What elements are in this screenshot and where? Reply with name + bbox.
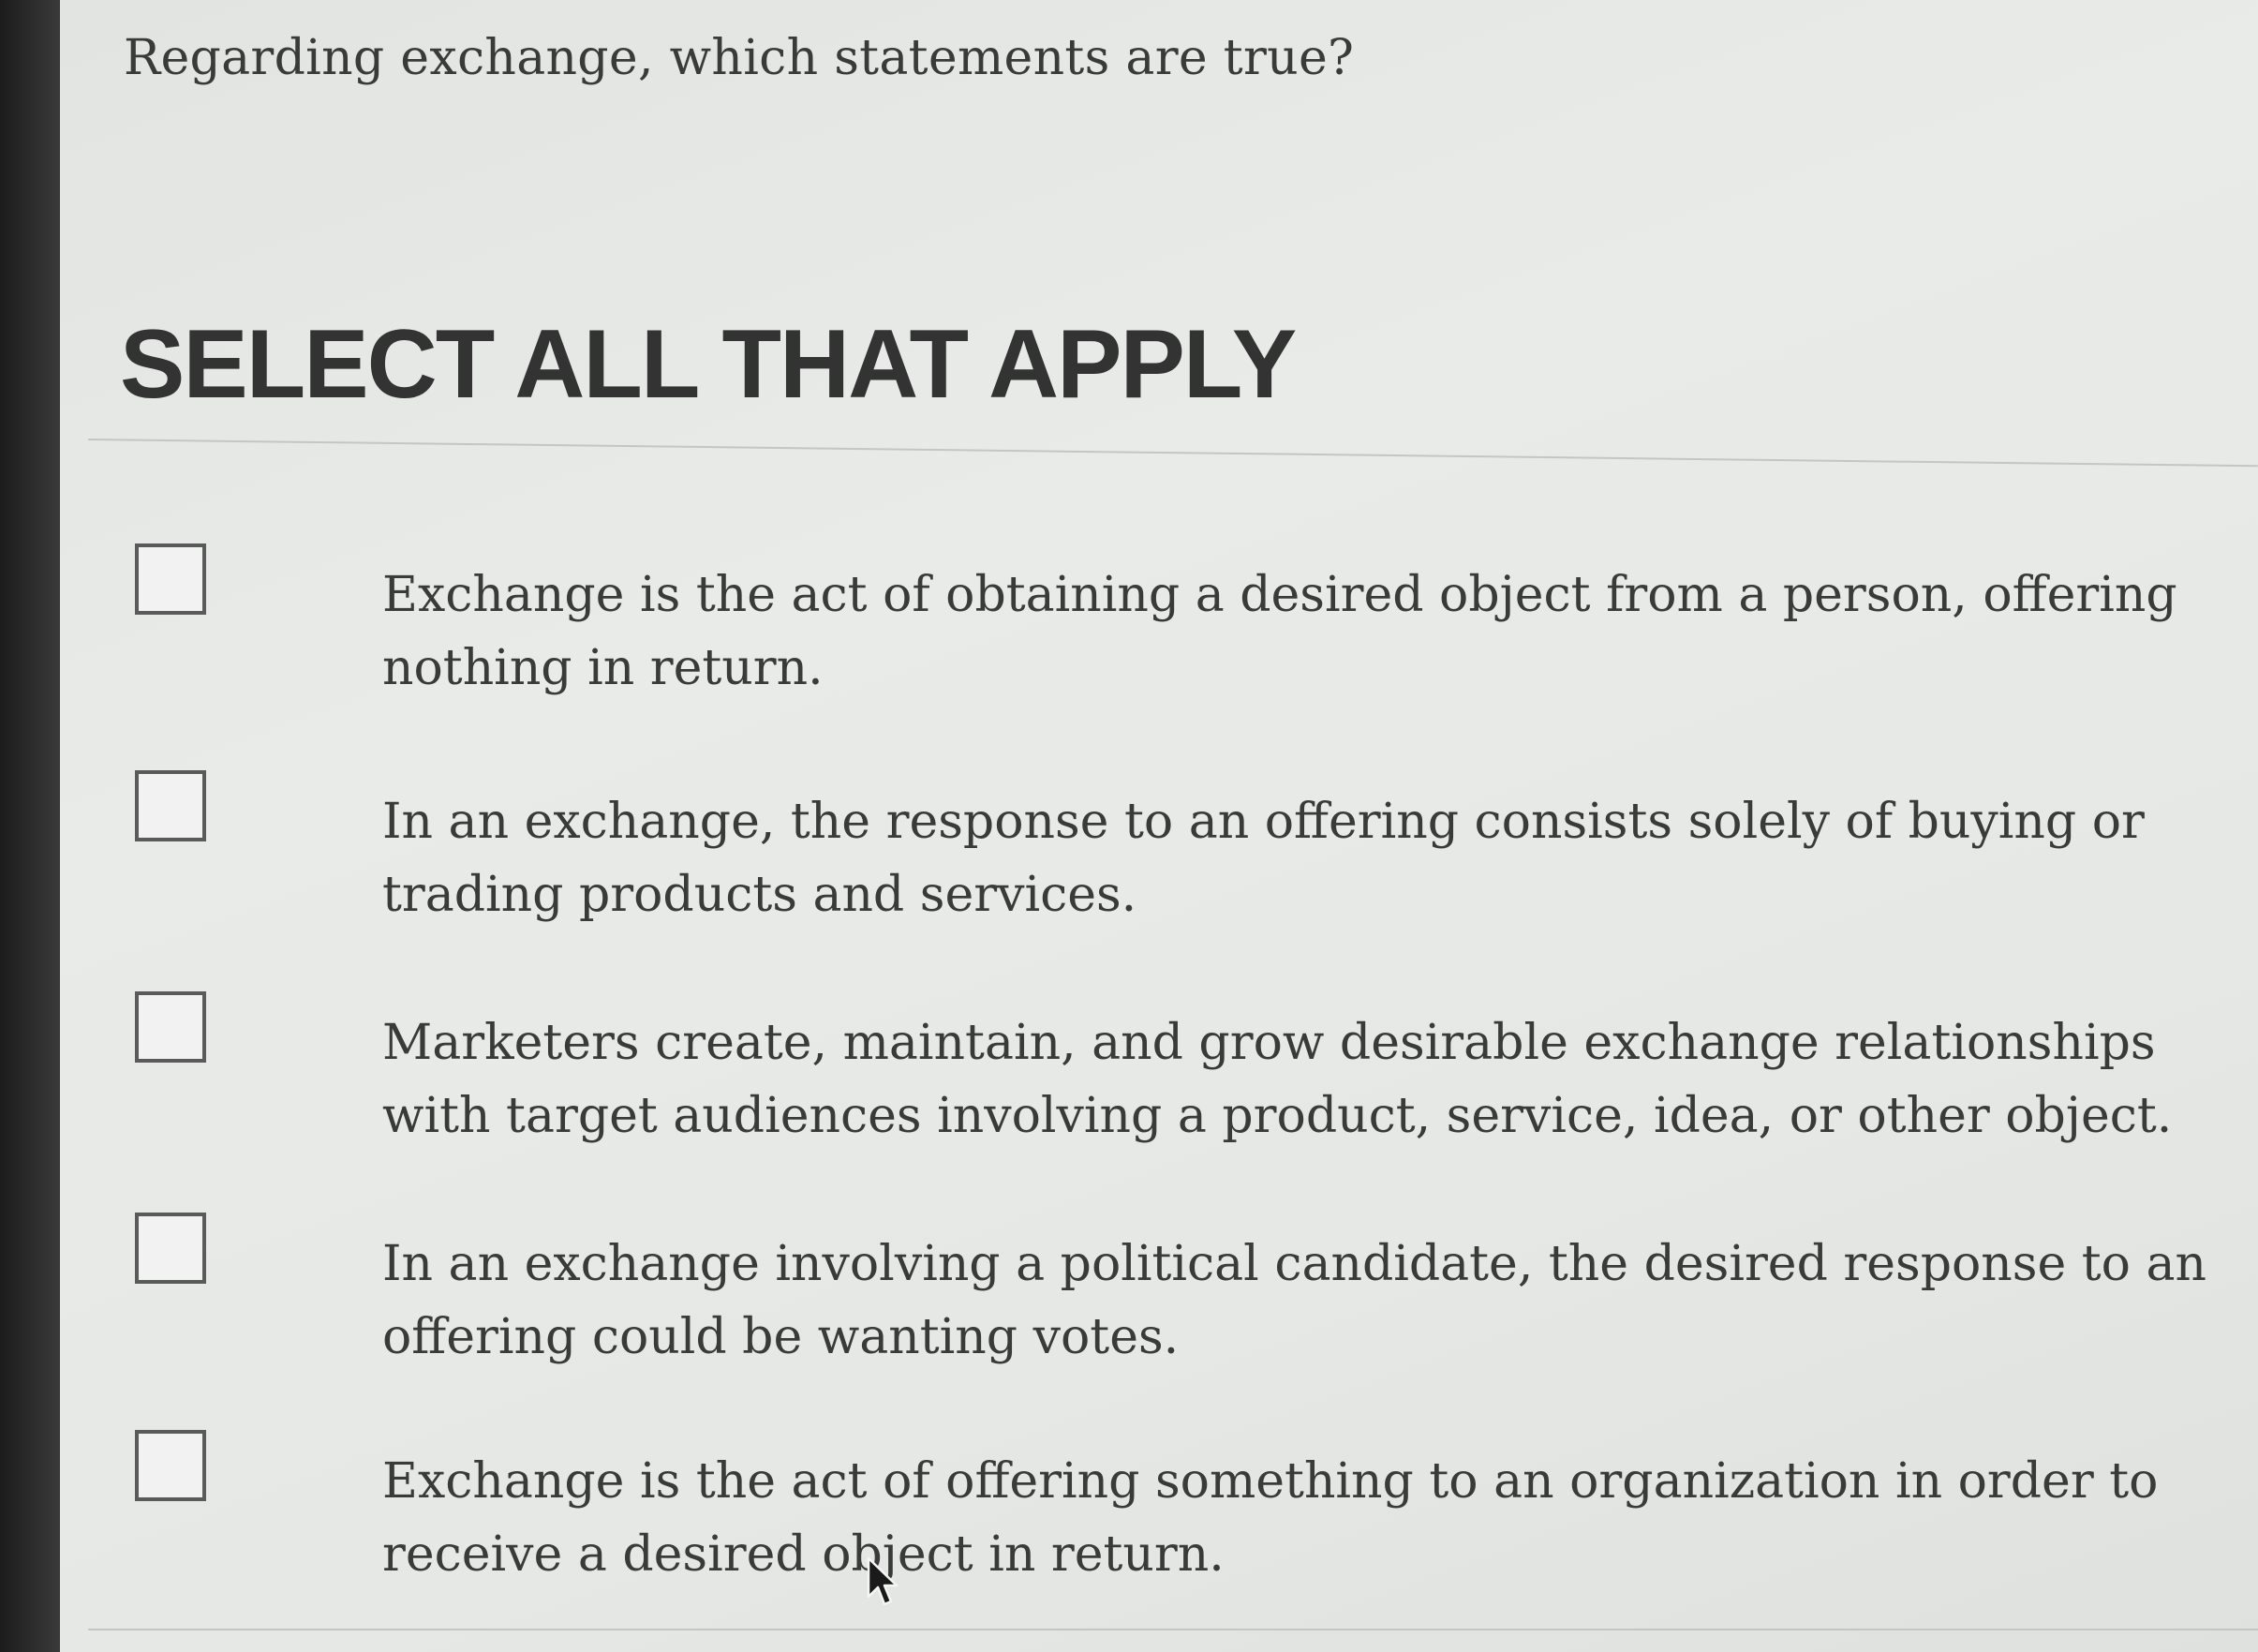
mouse-pointer-icon	[867, 1556, 899, 1606]
checkbox-icon[interactable]	[135, 543, 206, 615]
checkbox-icon[interactable]	[135, 770, 206, 841]
answer-options: Exchange is the act of obtaining a desir…	[60, 0, 2258, 1652]
answer-option-label: Marketers create, maintain, and grow des…	[382, 1015, 2173, 1144]
answer-option-label: Exchange is the act of offering somethin…	[382, 1453, 2159, 1583]
answer-option-label: In an exchange involving a political can…	[382, 1236, 2207, 1365]
answer-option-label: Exchange is the act of obtaining a desir…	[382, 567, 2177, 696]
screen-bezel	[0, 0, 60, 1652]
checkbox-icon[interactable]	[135, 1430, 206, 1501]
checkbox-icon[interactable]	[135, 1213, 206, 1284]
divider	[88, 1629, 2258, 1630]
checkbox-icon[interactable]	[135, 991, 206, 1063]
answer-option-label: In an exchange, the response to an offer…	[382, 794, 2145, 923]
question-panel: Regarding exchange, which statements are…	[60, 0, 2258, 1652]
